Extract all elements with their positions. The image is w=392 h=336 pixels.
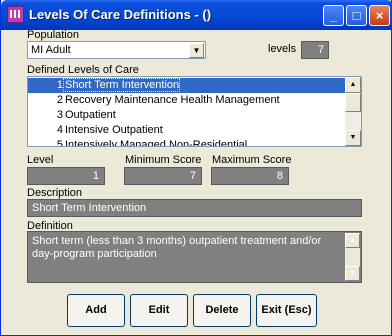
- level-field: 1: [27, 167, 105, 185]
- min-score-value: 7: [189, 170, 196, 182]
- list-item-label: Short Term Intervention: [62, 78, 181, 92]
- levels-of-care-window: Levels Of Care Definitions - () _ □ × Po…: [0, 0, 392, 336]
- maximize-button[interactable]: □: [346, 5, 367, 26]
- list-item-label: Recovery Maintenance Health Management: [65, 94, 280, 106]
- scroll-thumb[interactable]: [345, 93, 361, 112]
- list-item-label: Intensive Outpatient: [65, 124, 163, 136]
- list-item[interactable]: 3 Outpatient: [28, 108, 348, 123]
- levels-label: levels: [268, 43, 297, 55]
- edit-button[interactable]: Edit: [130, 294, 188, 327]
- list-item-num: 3: [56, 109, 63, 121]
- close-button[interactable]: ×: [369, 5, 390, 26]
- levels-scrollbar[interactable]: ▲ ▼: [345, 77, 361, 146]
- list-item[interactable]: 1 Short Term Intervention: [28, 78, 348, 93]
- definition-textarea[interactable]: Short term (less than 3 months) outpatie…: [27, 231, 362, 283]
- window-title: Levels Of Care Definitions - (): [29, 7, 212, 22]
- list-item-label: Intensively Managed Non-Residential: [65, 139, 248, 147]
- definition-scrollbar[interactable]: ▲ ▼: [345, 233, 360, 281]
- level-value: 1: [92, 170, 99, 182]
- title-bar[interactable]: Levels Of Care Definitions - () _ □ ×: [1, 0, 392, 30]
- levels-count: 7: [301, 41, 329, 59]
- exit-button[interactable]: Exit (Esc): [256, 294, 317, 327]
- list-item[interactable]: 2 Recovery Maintenance Health Management: [28, 93, 348, 108]
- minimize-button[interactable]: _: [323, 5, 344, 26]
- list-item[interactable]: 5 Intensively Managed Non-Residential: [28, 138, 348, 147]
- population-label: Population: [27, 29, 79, 41]
- description-field[interactable]: Short Term Intervention: [27, 199, 362, 217]
- definition-value: Short term (less than 3 months) outpatie…: [32, 235, 322, 260]
- description-label: Description: [27, 187, 83, 199]
- scroll-up-icon[interactable]: ▲: [345, 77, 361, 93]
- max-score-value: 8: [276, 170, 283, 182]
- max-score-field: 8: [211, 167, 289, 185]
- list-item-num: 2: [56, 94, 63, 106]
- population-value: MI Adult: [31, 44, 71, 56]
- list-item-label: Outpatient: [65, 109, 116, 121]
- scroll-up-icon[interactable]: ▲: [345, 233, 360, 248]
- max-score-label: Maximum Score: [212, 154, 292, 166]
- delete-button[interactable]: Delete: [193, 294, 251, 327]
- levels-listbox[interactable]: 1 Short Term Intervention 2 Recovery Maint…: [27, 76, 362, 147]
- chevron-down-icon[interactable]: ▼: [189, 43, 204, 58]
- min-score-field: 7: [124, 167, 202, 185]
- app-icon: [7, 6, 24, 23]
- description-value: Short Term Intervention: [32, 202, 147, 214]
- list-item-num: 4: [56, 124, 63, 136]
- list-item[interactable]: 4 Intensive Outpatient: [28, 123, 348, 138]
- level-label: Level: [27, 154, 54, 166]
- scroll-down-icon[interactable]: ▼: [345, 266, 360, 281]
- levels-value: 7: [317, 44, 324, 56]
- defined-levels-label: Defined Levels of Care: [27, 64, 139, 76]
- population-select[interactable]: MI Adult ▼: [27, 41, 206, 59]
- list-item-num: 1: [56, 79, 63, 91]
- scroll-down-icon[interactable]: ▼: [345, 130, 361, 146]
- min-score-label: Minimum Score: [125, 154, 202, 166]
- list-item-num: 5: [56, 139, 63, 147]
- add-button[interactable]: Add: [67, 294, 125, 327]
